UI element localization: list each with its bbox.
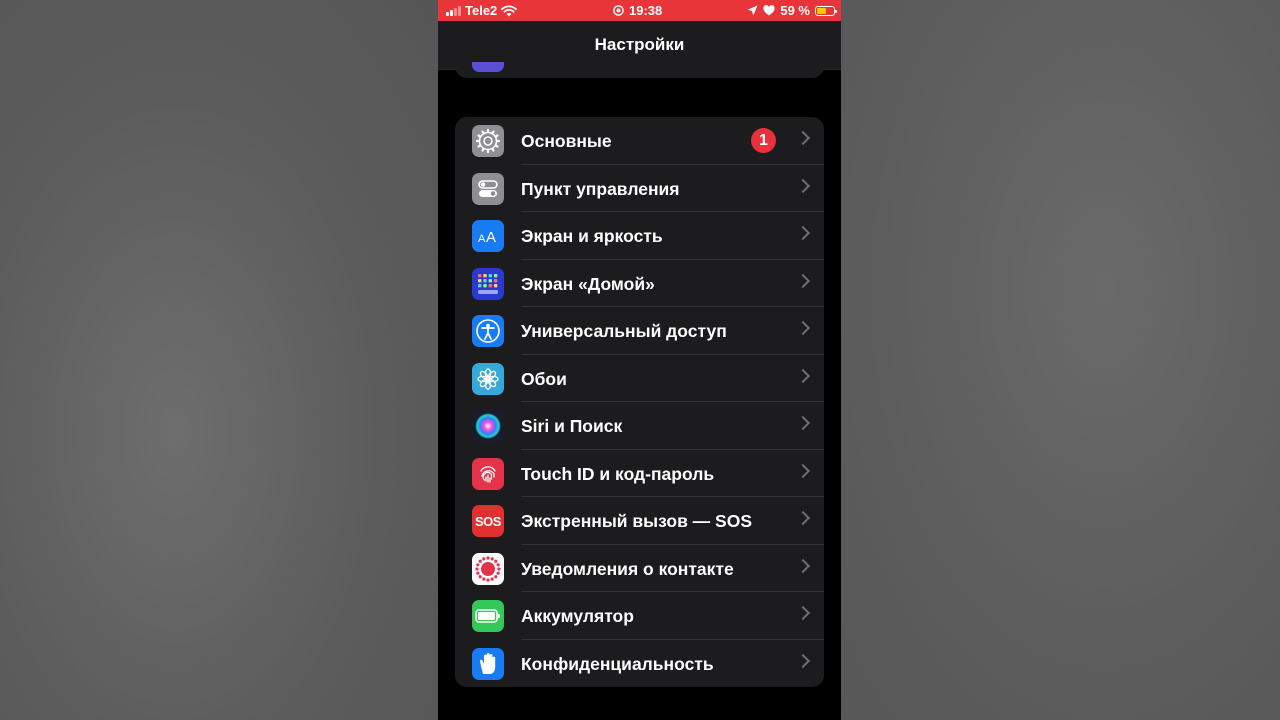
settings-row-flower[interactable]: Обои <box>455 355 824 402</box>
svg-text:A: A <box>486 229 496 246</box>
phone-screen: Tele2 19:38 59 % Настройки Основные 1 Пу… <box>438 0 841 720</box>
chevron-right-icon <box>795 558 811 573</box>
chevron-right-icon <box>795 415 811 431</box>
wifi-icon <box>501 4 518 16</box>
chevron-right-icon <box>795 273 811 288</box>
settings-row-label: Экран и яркость <box>521 226 663 246</box>
settings-row-label: Аккумулятор <box>521 606 634 626</box>
settings-row-gear[interactable]: Основные 1 <box>455 117 824 165</box>
sos-icon-text: SOS <box>475 513 501 529</box>
gear-icon <box>472 125 504 157</box>
settings-row-label: Экран «Домой» <box>521 273 655 294</box>
settings-row-label: Универсальный доступ <box>521 321 727 341</box>
chevron-right-icon <box>795 130 811 146</box>
home-grid-icon <box>472 267 504 300</box>
status-left: Tele2 <box>446 3 518 18</box>
partial-settings-icon <box>472 62 504 72</box>
settings-row-accessibility[interactable]: Универсальный доступ <box>455 307 824 355</box>
chevron-right-icon <box>795 510 811 526</box>
status-time: 19:38 <box>629 3 663 18</box>
settings-row-battery[interactable]: Аккумулятор <box>455 592 824 640</box>
page-title: Настройки <box>594 35 685 54</box>
screen-record-icon <box>613 5 624 16</box>
hand-icon <box>472 647 504 680</box>
chevron-right-icon <box>795 178 811 193</box>
settings-row-label: Уведомления о контакте <box>521 558 734 579</box>
settings-row-home-grid[interactable]: Экран «Домой» <box>455 260 824 307</box>
settings-row-label: Экстренный вызов — SOS <box>521 511 753 531</box>
settings-row-siri[interactable]: Siri и Поиск <box>455 402 824 450</box>
battery-status-icon <box>815 5 837 16</box>
flower-icon <box>472 362 504 395</box>
chevron-right-icon <box>795 225 811 241</box>
text-size-icon: AA <box>472 220 504 252</box>
notification-badge: 1 <box>751 128 776 153</box>
heart-icon <box>763 5 775 16</box>
chevron-right-icon <box>795 368 811 383</box>
settings-row-label: Touch ID и код-пароль <box>521 463 715 484</box>
battery-percent: 59 % <box>780 3 810 18</box>
settings-row-exposure[interactable]: Уведомления о контакте <box>455 545 824 592</box>
status-center: 19:38 <box>613 3 662 18</box>
battery-fill <box>817 7 827 14</box>
fingerprint-icon <box>472 457 504 490</box>
carrier-name: Tele2 <box>465 3 498 18</box>
location-arrow-icon <box>747 5 758 16</box>
cellular-signal-icon <box>446 5 461 16</box>
chevron-right-icon <box>795 320 811 336</box>
chevron-right-icon <box>795 653 811 668</box>
battery-icon <box>472 600 504 632</box>
settings-row-sos[interactable]: SOS Экстренный вызов — SOS <box>455 497 824 545</box>
settings-row-label: Конфиденциальность <box>521 653 714 674</box>
settings-row-fingerprint[interactable]: Touch ID и код-пароль <box>455 450 824 497</box>
accessibility-icon <box>472 315 504 347</box>
settings-row-label: Основные <box>521 131 612 151</box>
svg-text:A: A <box>478 233 486 245</box>
settings-row-label: Пункт управления <box>521 178 680 199</box>
background-blur-left <box>0 0 438 720</box>
settings-row-label: Обои <box>521 368 567 389</box>
settings-row-toggles[interactable]: Пункт управления <box>455 165 824 212</box>
siri-icon <box>472 410 504 442</box>
status-bar: Tele2 19:38 59 % <box>438 0 841 21</box>
exposure-icon <box>472 552 504 585</box>
toggles-icon <box>472 172 504 205</box>
previous-settings-group <box>455 62 824 78</box>
settings-row-label: Siri и Поиск <box>521 416 623 436</box>
settings-group: Основные 1 Пункт управления AA Экран и я… <box>455 117 824 687</box>
sos-icon: SOS <box>472 505 504 537</box>
status-right: 59 % <box>747 3 837 18</box>
background-blur-right <box>841 0 1280 720</box>
chevron-right-icon <box>795 605 811 621</box>
settings-row-hand[interactable]: Конфиденциальность <box>455 640 824 688</box>
settings-row-text-size[interactable]: AA Экран и яркость <box>455 212 824 260</box>
chevron-right-icon <box>795 463 811 478</box>
